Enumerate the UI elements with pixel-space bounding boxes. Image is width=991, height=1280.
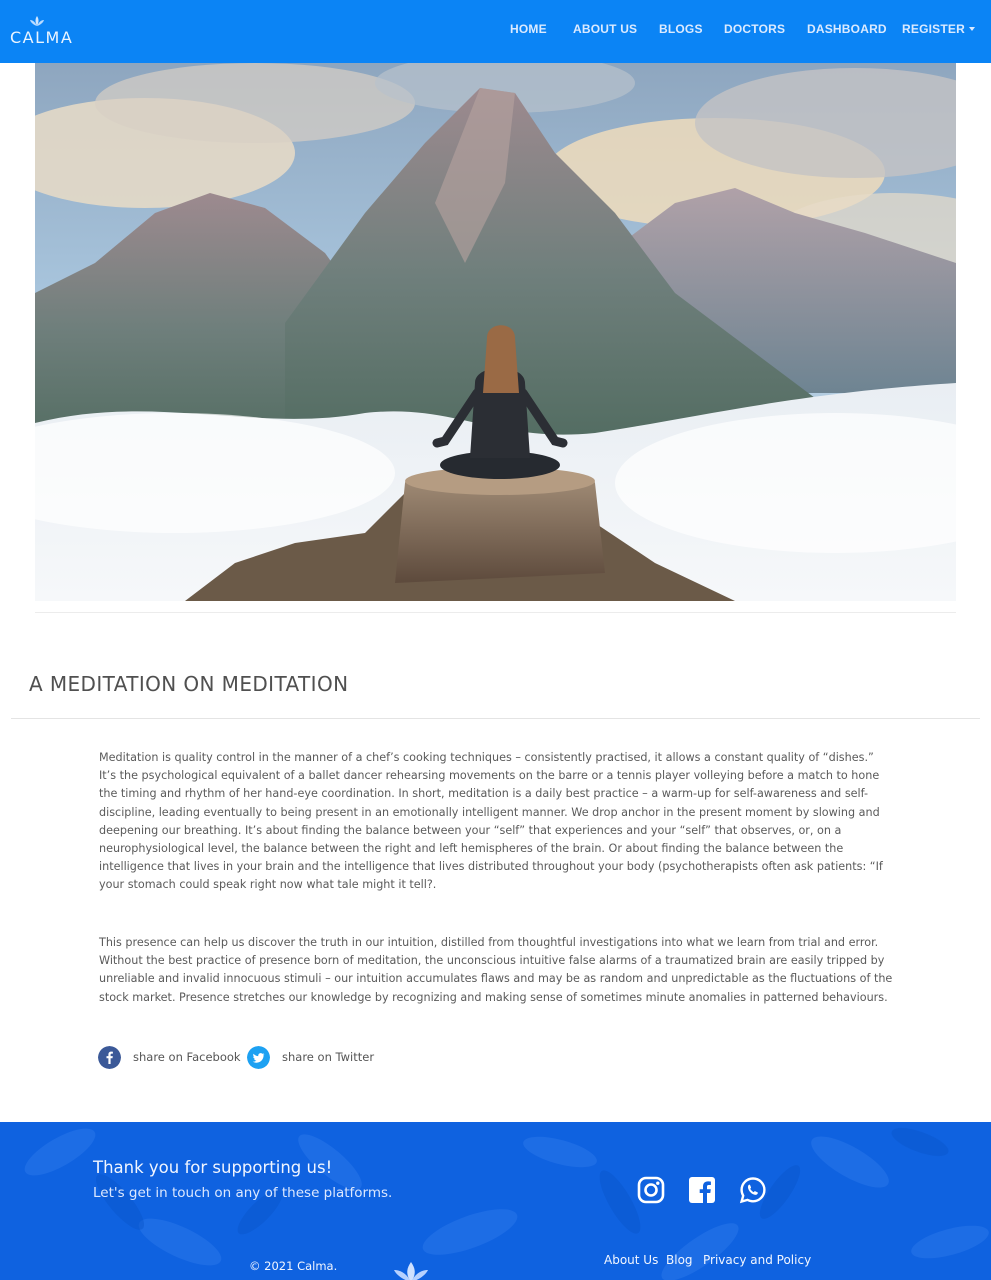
nav-home[interactable]: HOME — [510, 22, 547, 36]
whatsapp-link[interactable] — [739, 1176, 767, 1204]
footer-thanks: Thank you for supporting us! — [93, 1158, 333, 1177]
instagram-link[interactable] — [637, 1176, 665, 1204]
share-twitter-link[interactable]: share on Twitter — [247, 1046, 387, 1070]
whatsapp-icon — [739, 1177, 766, 1204]
footer-copyright: © 2021 Calma. — [249, 1259, 338, 1273]
hero-image — [35, 63, 956, 601]
nav-about-us[interactable]: ABOUT US — [573, 22, 637, 36]
nav-blogs[interactable]: BLOGS — [659, 22, 703, 36]
twitter-icon — [247, 1046, 270, 1069]
title-divider — [11, 718, 980, 719]
leaf-pattern-background — [24, 1128, 989, 1280]
footer-link-about-us[interactable]: About Us — [604, 1253, 658, 1267]
footer-link-privacy-policy[interactable]: Privacy and Policy — [703, 1253, 811, 1267]
share-facebook-label: share on Facebook — [133, 1050, 241, 1064]
article-paragraph-2: This presence can help us discover the t… — [99, 936, 893, 1004]
main-nav: HOME ABOUT US BLOGS DOCTORS DASHBOARD RE… — [0, 22, 991, 42]
footer: Thank you for supporting us! Let's get i… — [0, 1122, 991, 1280]
article-title: A MEDITATION ON MEDITATION — [29, 672, 349, 696]
nav-register-label: REGISTER — [902, 22, 965, 36]
hero-divider — [35, 612, 956, 613]
lotus-logo-icon — [394, 1262, 428, 1280]
article-paragraph-1: Meditation is quality control in the man… — [99, 751, 883, 892]
footer-link-blog[interactable]: Blog — [666, 1253, 693, 1267]
nav-dashboard[interactable]: DASHBOARD — [807, 22, 887, 36]
facebook-square-icon — [689, 1177, 715, 1203]
facebook-icon — [98, 1046, 121, 1069]
share-facebook-link[interactable]: share on Facebook — [98, 1046, 241, 1070]
navbar: CALMA HOME ABOUT US BLOGS DOCTORS DASHBO… — [0, 0, 991, 63]
caret-down-icon — [968, 27, 975, 31]
footer-get-in-touch: Let's get in touch on any of these platf… — [93, 1185, 393, 1201]
nav-register-dropdown[interactable]: REGISTER — [902, 22, 975, 36]
share-twitter-label: share on Twitter — [282, 1050, 375, 1064]
nav-doctors[interactable]: DOCTORS — [724, 22, 785, 36]
meditation-mountain-illustration — [35, 63, 956, 601]
facebook-link[interactable] — [688, 1176, 716, 1204]
instagram-icon — [637, 1176, 665, 1204]
